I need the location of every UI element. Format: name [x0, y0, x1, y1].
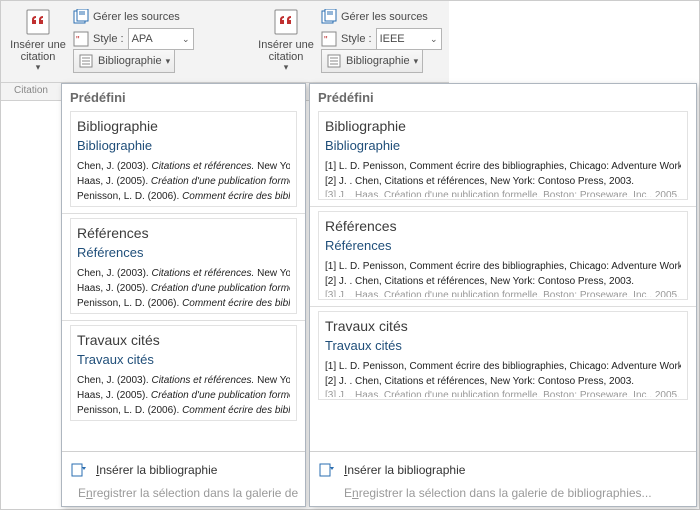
- reference-line: [3] J. . Haas, Création d'une publicatio…: [325, 289, 681, 297]
- reference-line: Chen, J. (2003). Citations et références…: [77, 266, 290, 281]
- reference-line: [3] J. . Haas, Création d'une publicatio…: [325, 189, 681, 197]
- style-icon: ": [73, 31, 89, 47]
- insert-bibliography-icon: [70, 462, 88, 478]
- reference-line: Haas, J. (2005). Création d'une publicat…: [77, 388, 290, 403]
- style-row: " Style : IEEE ⌄: [321, 29, 442, 49]
- bibliography-icon: [78, 53, 94, 69]
- save-gallery-label-full: registrer la sélection dans la galerie d…: [359, 486, 652, 500]
- chevron-down-icon: ⌄: [182, 34, 190, 45]
- style-row: " Style : APA ⌄: [73, 29, 194, 49]
- insert-bibliography-action[interactable]: Insérer la bibliographie: [318, 458, 688, 482]
- card-title: Bibliographie: [77, 138, 290, 153]
- manage-sources-button[interactable]: Gérer les sources: [73, 7, 194, 27]
- citation-icon: [271, 7, 301, 37]
- insert-biblio-label: nsérer la bibliographie: [99, 463, 217, 477]
- save-gallery-label-short: registrer la sélection dans la galerie d…: [93, 486, 298, 500]
- reference-line: Chen, J. (2003). Citations et références…: [77, 159, 290, 174]
- manage-sources-icon: [73, 9, 89, 25]
- bibliography-gallery-left: Prédéfini Bibliographie Bibliographie Chen…: [61, 83, 306, 507]
- bibliography-label: Bibliographie: [98, 55, 162, 67]
- insert-biblio-label: nsérer la bibliographie: [347, 463, 465, 477]
- bibliography-button-left[interactable]: Bibliographie ▾: [73, 49, 175, 73]
- insert-citation-button[interactable]: Insérer une citation ▾: [253, 5, 319, 82]
- ribbon-right: Insérer une citation ▾ Gérer les sources…: [249, 1, 449, 83]
- reference-line: [1] L. D. Penisson, Comment écrire des b…: [325, 359, 681, 374]
- gallery-item[interactable]: Références Références [1] L. D. Penisson, …: [318, 211, 688, 300]
- svg-text:": ": [324, 35, 328, 46]
- insert-citation-label: Insérer une citation: [258, 39, 314, 63]
- insert-citation-button[interactable]: Insérer une citation ▾: [5, 5, 71, 82]
- reference-line: Penisson, L. D. (2006). Comment écrire d…: [77, 189, 290, 204]
- card-head: Travaux cités: [77, 332, 290, 348]
- chevron-down-icon: ▾: [166, 56, 171, 67]
- chevron-down-icon: ▾: [36, 63, 41, 73]
- card-title: Travaux cités: [325, 338, 681, 353]
- reference-line: Chen, J. (2003). Citations et références…: [77, 373, 290, 388]
- bibliography-icon: [326, 53, 342, 69]
- reference-line: [2] J. . Chen, Citations et références, …: [325, 274, 681, 289]
- gallery-item[interactable]: Travaux cités Travaux cités Chen, J. (2003…: [70, 325, 297, 421]
- insert-bibliography-action[interactable]: Insérer la bibliographie: [70, 458, 297, 482]
- gallery-item[interactable]: Travaux cités Travaux cités [1] L. D. Peni…: [318, 311, 688, 400]
- style-select-right[interactable]: IEEE ⌄: [376, 28, 442, 50]
- bibliography-gallery-right: Prédéfini Bibliographie Bibliographie [1] …: [309, 83, 697, 507]
- gallery-item[interactable]: Bibliographie Bibliographie [1] L. D. Peni…: [318, 111, 688, 200]
- card-head: Bibliographie: [325, 118, 681, 134]
- style-select-left[interactable]: APA ⌄: [128, 28, 194, 50]
- ribbon-group-label-left: Citation: [1, 83, 62, 101]
- style-label: Style :: [93, 33, 124, 45]
- card-head: Références: [325, 218, 681, 234]
- style-value: IEEE: [380, 33, 405, 45]
- manage-sources-label: Gérer les sources: [93, 11, 180, 23]
- save-to-gallery-action: Enregistrer la sélection dans la galerie…: [318, 482, 688, 504]
- card-title: Références: [77, 245, 290, 260]
- reference-line: [2] J. . Chen, Citations et références, …: [325, 174, 681, 189]
- gallery-predef-label: Prédéfini: [318, 90, 688, 105]
- card-head: Travaux cités: [325, 318, 681, 334]
- style-value: APA: [132, 33, 153, 45]
- bibliography-button-right[interactable]: Bibliographie ▾: [321, 49, 423, 73]
- style-icon: ": [321, 31, 337, 47]
- ribbon-left: Insérer une citation ▾ Gérer les sources…: [1, 1, 249, 83]
- reference-line: Haas, J. (2005). Création d'une publicat…: [77, 281, 290, 296]
- reference-line: [3] J. . Haas, Création d'une publicatio…: [325, 389, 681, 397]
- reference-line: Penisson, L. D. (2006). Comment écrire d…: [77, 403, 290, 418]
- svg-text:": ": [76, 35, 80, 46]
- reference-line: [1] L. D. Penisson, Comment écrire des b…: [325, 259, 681, 274]
- reference-line: [2] J. . Chen, Citations et références, …: [325, 374, 681, 389]
- card-head: Références: [77, 225, 290, 241]
- chevron-down-icon: ▾: [284, 63, 289, 73]
- bibliography-label: Bibliographie: [346, 55, 410, 67]
- citation-icon: [23, 7, 53, 37]
- insert-citation-label: Insérer une citation: [10, 39, 66, 63]
- card-title: Bibliographie: [325, 138, 681, 153]
- save-to-gallery-action: Enregistrer la sélection dans la galerie…: [70, 482, 297, 504]
- style-label: Style :: [341, 33, 372, 45]
- manage-sources-icon: [321, 9, 337, 25]
- manage-sources-button[interactable]: Gérer les sources: [321, 7, 442, 27]
- insert-bibliography-icon: [318, 462, 336, 478]
- reference-line: Haas, J. (2005). Création d'une publicat…: [77, 174, 290, 189]
- card-head: Bibliographie: [77, 118, 290, 134]
- chevron-down-icon: ▾: [414, 56, 419, 67]
- chevron-down-icon: ⌄: [430, 34, 438, 45]
- card-title: Références: [325, 238, 681, 253]
- card-title: Travaux cités: [77, 352, 290, 367]
- manage-sources-label: Gérer les sources: [341, 11, 428, 23]
- gallery-predef-label: Prédéfini: [70, 90, 297, 105]
- gallery-item[interactable]: Bibliographie Bibliographie Chen, J. (2003…: [70, 111, 297, 207]
- reference-line: [1] L. D. Penisson, Comment écrire des b…: [325, 159, 681, 174]
- reference-line: Penisson, L. D. (2006). Comment écrire d…: [77, 296, 290, 311]
- gallery-item[interactable]: Références Références Chen, J. (2003). Cit…: [70, 218, 297, 314]
